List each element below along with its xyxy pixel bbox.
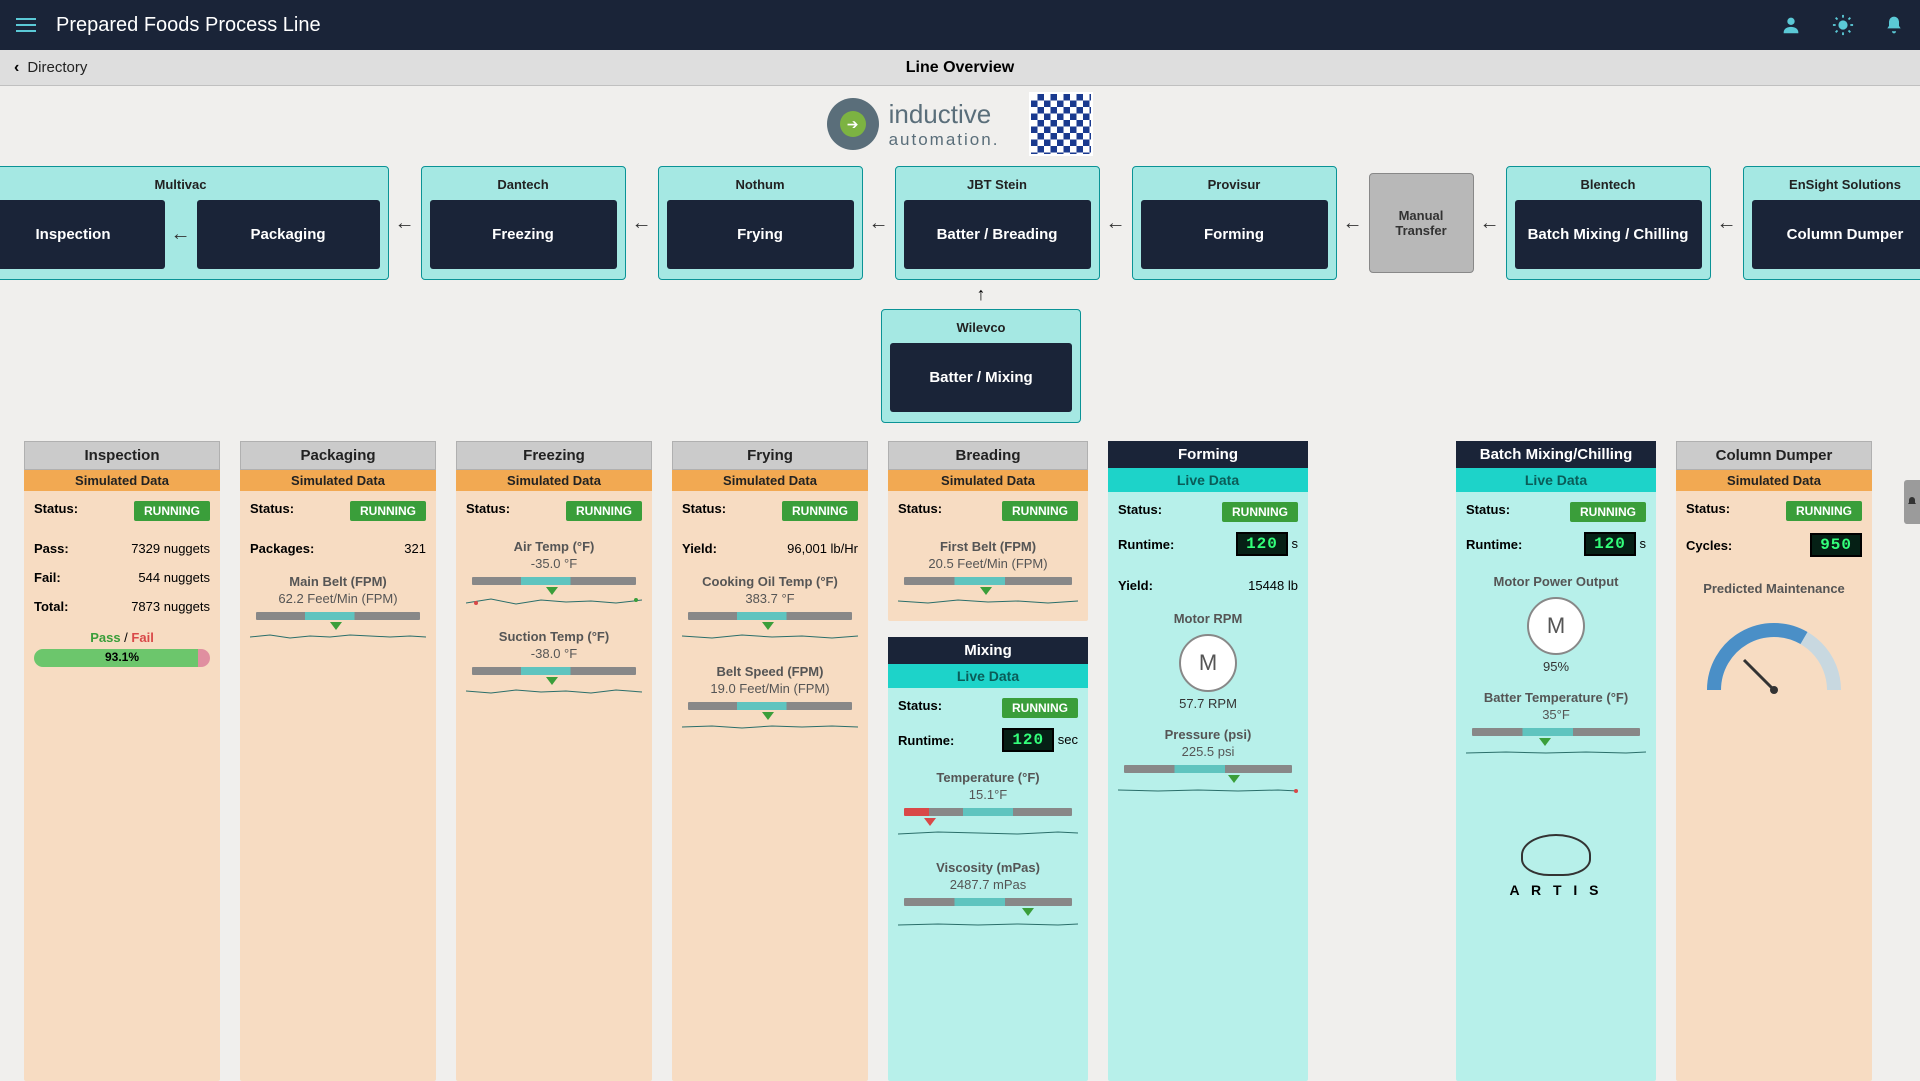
flow-ensight: EnSight Solutions Column Dumper bbox=[1743, 166, 1920, 280]
suction-temp-slider bbox=[472, 667, 636, 675]
flow-step-frying[interactable]: Frying bbox=[667, 200, 854, 269]
logo-row: inductive automation. bbox=[0, 86, 1920, 162]
panel-column-dumper: Column Dumper Simulated Data Status:RUNN… bbox=[1676, 441, 1872, 1081]
pass-fail-bar: 93.1% bbox=[34, 649, 210, 667]
status-badge: RUNNING bbox=[1002, 501, 1078, 521]
arrow-left-icon: ← bbox=[1480, 212, 1500, 235]
arrow-left-icon: ← bbox=[395, 212, 415, 235]
gear-icon bbox=[827, 98, 879, 150]
arrow-left-icon: ← bbox=[632, 212, 652, 235]
panel-forming: Forming Live Data Status:RUNNING Runtime… bbox=[1108, 441, 1308, 1081]
panel-batch-mixing: Batch Mixing/Chilling Live Data Status:R… bbox=[1456, 441, 1656, 1081]
status-badge: RUNNING bbox=[566, 501, 642, 521]
qr-code bbox=[1029, 92, 1093, 156]
user-icon[interactable] bbox=[1780, 14, 1802, 36]
arrow-left-icon: ← bbox=[1717, 212, 1737, 235]
pressure-slider bbox=[1124, 765, 1292, 773]
arrow-up-icon: ↑ bbox=[42, 284, 1920, 305]
sparkline bbox=[1118, 779, 1298, 801]
flow-provisur: Provisur Forming bbox=[1132, 166, 1337, 280]
flow-multivac: Multivac Inspection ← Packaging bbox=[0, 166, 389, 280]
theme-icon[interactable] bbox=[1832, 14, 1854, 36]
status-badge: RUNNING bbox=[134, 501, 210, 521]
breadcrumb-directory[interactable]: Directory bbox=[27, 59, 87, 76]
panel-breading: Breading Simulated Data Status:RUNNING F… bbox=[888, 441, 1088, 621]
arrow-left-icon: ← bbox=[1106, 212, 1126, 235]
flow-jbt: JBT Stein Batter / Breading bbox=[895, 166, 1100, 280]
flow-blentech: Blentech Batch Mixing / Chilling bbox=[1506, 166, 1711, 280]
belt-slider bbox=[256, 612, 420, 620]
status-badge: RUNNING bbox=[350, 501, 426, 521]
panel-frying: Frying Simulated Data Status:RUNNING Yie… bbox=[672, 441, 868, 1081]
app-title: Prepared Foods Process Line bbox=[56, 14, 321, 37]
status-badge: RUNNING bbox=[1222, 502, 1298, 522]
app-topbar: Prepared Foods Process Line bbox=[0, 0, 1920, 50]
arrow-left-icon: ← bbox=[171, 223, 191, 246]
panels-row: Inspection Simulated Data Status:RUNNING… bbox=[0, 423, 1920, 1081]
cloud-icon bbox=[1521, 834, 1591, 876]
first-belt-slider bbox=[904, 577, 1072, 585]
batter-temp-slider bbox=[1472, 728, 1640, 736]
inductive-automation-logo: inductive automation. bbox=[827, 98, 1000, 150]
page-title: Line Overview bbox=[906, 59, 1015, 77]
breadcrumb-bar: ‹ Directory Line Overview bbox=[0, 50, 1920, 86]
runtime-display: 120 bbox=[1584, 532, 1636, 556]
arrow-left-icon: ← bbox=[1343, 212, 1363, 235]
arrow-left-icon: ← bbox=[869, 212, 889, 235]
flow-nothum: Nothum Frying bbox=[658, 166, 863, 280]
cycles-display: 950 bbox=[1810, 533, 1862, 557]
flow-dantech: Dantech Freezing bbox=[421, 166, 626, 280]
status-badge: RUNNING bbox=[1786, 501, 1862, 521]
process-flow: Multivac Inspection ← Packaging ← Dantec… bbox=[0, 166, 1920, 280]
panel-inspection: Inspection Simulated Data Status:RUNNING… bbox=[24, 441, 220, 1081]
flow-step-batter-breading[interactable]: Batter / Breading bbox=[904, 200, 1091, 269]
status-badge: RUNNING bbox=[1570, 502, 1646, 522]
panel-breading-mixing: Breading Simulated Data Status:RUNNING F… bbox=[888, 441, 1088, 1081]
panel-freezing: Freezing Simulated Data Status:RUNNING A… bbox=[456, 441, 652, 1081]
air-temp-slider bbox=[472, 577, 636, 585]
topbar-actions bbox=[1780, 14, 1904, 36]
motor-icon: M bbox=[1527, 597, 1585, 655]
artis-logo: A R T I S bbox=[1466, 834, 1646, 898]
viscosity-slider bbox=[904, 898, 1072, 906]
flow-manual-transfer: Manual Transfer bbox=[1369, 173, 1474, 273]
side-notification-tab[interactable] bbox=[1904, 480, 1920, 524]
spacer bbox=[1328, 441, 1436, 1081]
sparkline bbox=[898, 912, 1078, 934]
status-badge: RUNNING bbox=[782, 501, 858, 521]
runtime-display: 120 bbox=[1236, 532, 1288, 556]
runtime-display: 120 bbox=[1002, 728, 1054, 752]
sparkline bbox=[1466, 742, 1646, 764]
oil-temp-slider bbox=[688, 612, 852, 620]
menu-icon[interactable] bbox=[16, 14, 36, 36]
belt-speed-slider bbox=[688, 702, 852, 710]
flow-wilevco: Wilevco Batter / Mixing bbox=[881, 309, 1081, 423]
flow-step-forming[interactable]: Forming bbox=[1141, 200, 1328, 269]
back-icon[interactable]: ‹ bbox=[14, 59, 19, 77]
mix-temp-slider bbox=[904, 808, 1072, 816]
flow-step-packaging[interactable]: Packaging bbox=[197, 200, 380, 269]
motor-icon: M bbox=[1179, 634, 1237, 692]
flow-step-batch-mixing[interactable]: Batch Mixing / Chilling bbox=[1515, 200, 1702, 269]
flow-step-column-dumper[interactable]: Column Dumper bbox=[1752, 200, 1920, 269]
panel-packaging: Packaging Simulated Data Status:RUNNING … bbox=[240, 441, 436, 1081]
flow-step-inspection[interactable]: Inspection bbox=[0, 200, 165, 269]
bell-icon[interactable] bbox=[1884, 14, 1904, 36]
panel-mixing: Mixing Live Data Status:RUNNING Runtime:… bbox=[888, 637, 1088, 1081]
status-badge: RUNNING bbox=[1002, 698, 1078, 718]
flow-step-freezing[interactable]: Freezing bbox=[430, 200, 617, 269]
maintenance-gauge bbox=[1694, 610, 1854, 700]
flow-branch: Wilevco Batter / Mixing bbox=[42, 309, 1920, 423]
flow-step-batter-mixing[interactable]: Batter / Mixing bbox=[890, 343, 1072, 412]
